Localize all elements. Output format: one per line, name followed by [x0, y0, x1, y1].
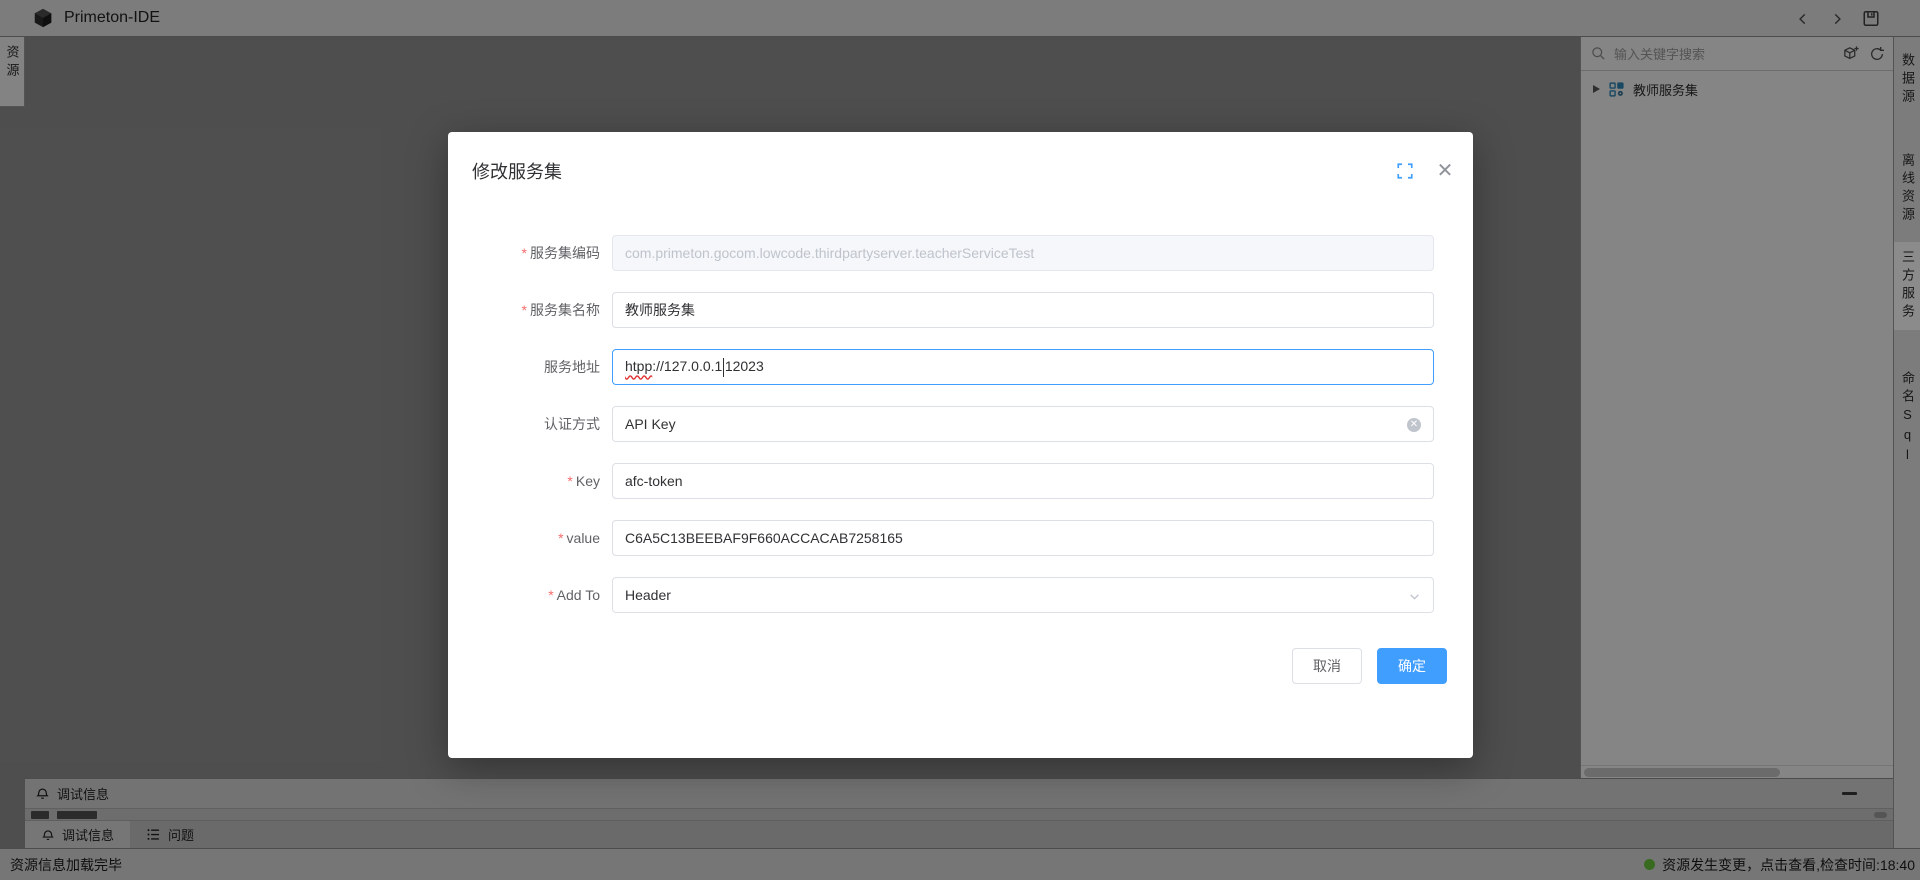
- service-set-name-input[interactable]: 教师服务集: [612, 292, 1434, 328]
- auth-method-select[interactable]: API Key ✕: [612, 406, 1434, 442]
- service-set-code-input[interactable]: com.primeton.gocom.lowcode.thirdpartyser…: [612, 235, 1434, 271]
- field-label-key: *Key: [468, 463, 600, 499]
- chevron-down-icon[interactable]: [1408, 590, 1421, 603]
- required-marker: *: [522, 245, 527, 261]
- form-row-address: 服务地址 htpp://127.0.0.112023: [448, 349, 1473, 385]
- cancel-button[interactable]: 取消: [1292, 648, 1362, 684]
- form-row-name: *服务集名称 教师服务集: [448, 292, 1473, 328]
- fullscreen-icon[interactable]: [1396, 162, 1414, 180]
- field-label-name: *服务集名称: [468, 292, 600, 328]
- key-input[interactable]: afc-token: [612, 463, 1434, 499]
- ide-screen: Primeton-IDE 资源 输入关键字搜索: [0, 0, 1920, 880]
- form-row-key: *Key afc-token: [448, 463, 1473, 499]
- form-row-value: *value C6A5C13BEEBAF9F660ACCACAB7258165: [448, 520, 1473, 556]
- field-label-add-to: *Add To: [468, 577, 600, 613]
- field-label-code: *服务集编码: [468, 235, 600, 271]
- clear-icon[interactable]: ✕: [1407, 418, 1421, 432]
- field-label-value: *value: [468, 520, 600, 556]
- form-row-add-to: *Add To Header: [448, 577, 1473, 613]
- misspelled-text: htpp: [625, 358, 652, 374]
- value-input[interactable]: C6A5C13BEEBAF9F660ACCACAB7258165: [612, 520, 1434, 556]
- edit-service-set-dialog: 修改服务集 ✕ *服务集编码 com.primeton.gocom.lowcod…: [448, 132, 1473, 758]
- required-marker: *: [548, 587, 553, 603]
- required-marker: *: [558, 530, 563, 546]
- ok-button[interactable]: 确定: [1377, 648, 1447, 684]
- required-marker: *: [522, 302, 527, 318]
- required-marker: *: [567, 473, 572, 489]
- form-row-auth: 认证方式 API Key ✕: [448, 406, 1473, 442]
- close-icon[interactable]: ✕: [1434, 158, 1456, 182]
- dialog-title: 修改服务集: [472, 158, 562, 186]
- add-to-select[interactable]: Header: [612, 577, 1434, 613]
- service-address-input[interactable]: htpp://127.0.0.112023: [612, 349, 1434, 385]
- form-row-code: *服务集编码 com.primeton.gocom.lowcode.thirdp…: [448, 235, 1473, 271]
- field-label-address: 服务地址: [468, 349, 600, 385]
- field-label-auth: 认证方式: [468, 406, 600, 442]
